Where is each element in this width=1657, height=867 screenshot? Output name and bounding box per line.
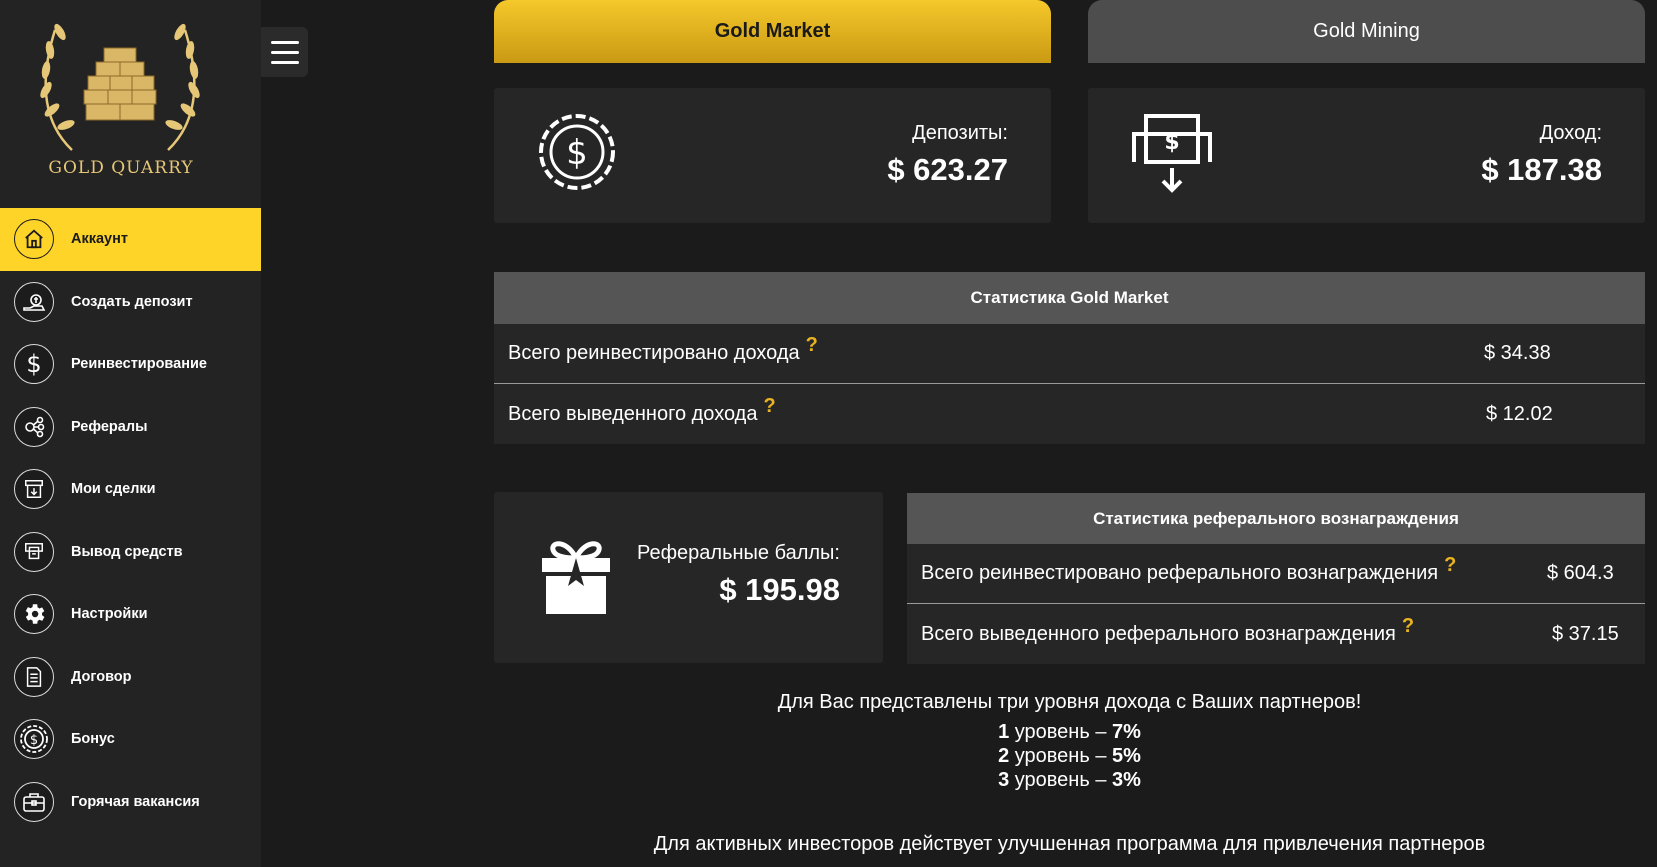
menu-toggle-button[interactable] <box>261 27 308 77</box>
sidebar-item-referrals[interactable]: Рефералы <box>0 396 261 459</box>
gold-market-stats-title: Статистика Gold Market <box>494 272 1645 324</box>
row-value: $ 604.3 <box>1547 562 1614 584</box>
sidebar-menu: Аккаунт Создать депозит $ Реинвестирован… <box>0 208 261 833</box>
hamburger-line <box>270 40 299 44</box>
level-line: 1 уровень – 7% <box>494 720 1645 744</box>
partner-program-text: Для активных инвесторов действует улучше… <box>653 833 1486 855</box>
briefcase-icon <box>14 781 54 822</box>
level-percent: 3% <box>1112 769 1141 791</box>
sidebar-item-contract[interactable]: Договор <box>0 646 261 709</box>
svg-text:$: $ <box>1164 130 1179 155</box>
svg-text:$: $ <box>30 733 38 748</box>
help-icon[interactable]: ? <box>806 334 818 356</box>
row-label-text: Всего выведенного дохода <box>508 402 758 425</box>
income-value: $ 187.38 <box>1481 152 1602 187</box>
deposits-label: Депозиты: <box>912 122 1008 144</box>
levels-intro: Для Вас представлены три уровня дохода с… <box>777 691 1362 713</box>
level-line: 3 уровень – 3% <box>494 768 1645 792</box>
coin-dollar-icon: $ <box>539 114 615 190</box>
sidebar-item-label: Бонус <box>71 731 115 748</box>
row-label: Всего реинвестировано реферального возна… <box>907 554 1456 585</box>
sidebar-item-label: Аккаунт <box>71 231 128 248</box>
sidebar-item-create-deposit[interactable]: Создать депозит <box>0 271 261 334</box>
gold-bars-laurel-icon <box>40 23 200 151</box>
coin-icon: $ <box>14 719 54 760</box>
hamburger-line <box>270 60 299 64</box>
download-box-icon <box>14 469 54 510</box>
table-row: Всего выведенного дохода? $ 12.02 <box>494 384 1645 444</box>
sidebar-item-label: Горячая вакансия <box>71 793 200 810</box>
help-icon[interactable]: ? <box>1444 554 1456 576</box>
row-value: $ 12.02 <box>1486 402 1553 425</box>
level-percent: 7% <box>1112 721 1141 743</box>
sidebar-item-label: Мои сделки <box>71 481 156 498</box>
hamburger-line <box>270 50 299 54</box>
referral-points-value: $ 195.98 <box>719 572 840 607</box>
row-label: Всего выведенного дохода? <box>494 395 776 426</box>
money-hand-icon <box>14 281 54 322</box>
referral-points-label: Реферальные баллы: <box>637 542 840 564</box>
brand-name: GOLD QUARRY <box>48 158 194 178</box>
sidebar-item-reinvest[interactable]: $ Реинвестирование <box>0 333 261 396</box>
gold-market-stats-table: Статистика Gold Market Всего реинвестиро… <box>494 272 1645 444</box>
income-label: Доход: <box>1539 122 1602 144</box>
level-number: 2 <box>998 745 1010 767</box>
sidebar-item-label: Реинвестирование <box>71 356 207 373</box>
row-label-text: Всего реинвестировано реферального возна… <box>921 562 1439 584</box>
gear-icon <box>14 594 54 635</box>
deposits-value: $ 623.27 <box>887 152 1008 187</box>
sidebar-item-withdraw[interactable]: Вывод средств <box>0 521 261 584</box>
withdraw-icon <box>14 531 54 572</box>
level-percent: 5% <box>1112 745 1141 767</box>
row-label-text: Всего выведенного реферального вознаграж… <box>921 622 1396 645</box>
sidebar: GOLD QUARRY Аккаунт Создать депозит $ Ре… <box>0 0 261 867</box>
income-card: $ Доход: $ 187.38 <box>1088 88 1645 223</box>
logo[interactable]: GOLD QUARRY <box>0 0 261 208</box>
level-line: 2 уровень – 5% <box>494 744 1645 768</box>
deposits-card: $ Депозиты: $ 623.27 <box>494 88 1051 223</box>
level-text: уровень – <box>1014 745 1107 767</box>
tab-gold-market[interactable]: Gold Market <box>494 0 1051 63</box>
sidebar-item-bonus[interactable]: $ Бонус <box>0 708 261 771</box>
referral-points-card: Реферальные баллы: $ 195.98 <box>494 492 883 663</box>
table-row: Всего реинвестировано реферального возна… <box>907 544 1645 604</box>
level-text: уровень – <box>1014 721 1107 743</box>
help-icon[interactable]: ? <box>763 395 775 417</box>
row-value: $ 34.38 <box>1484 342 1551 364</box>
cash-withdraw-icon: $ <box>1132 114 1212 193</box>
sidebar-item-label: Вывод средств <box>71 543 183 560</box>
sidebar-item-label: Создать депозит <box>71 293 193 310</box>
svg-text:$: $ <box>566 133 588 173</box>
sidebar-item-account[interactable]: Аккаунт <box>0 208 261 271</box>
row-label: Всего реинвестировано дохода? <box>494 334 818 365</box>
document-icon <box>14 656 54 697</box>
sidebar-item-label: Договор <box>71 668 132 685</box>
share-icon <box>14 406 54 447</box>
table-row: Всего реинвестировано дохода? $ 34.38 <box>494 324 1645 384</box>
sidebar-item-label: Настройки <box>71 606 148 623</box>
sidebar-item-my-deals[interactable]: Мои сделки <box>0 458 261 521</box>
level-number: 1 <box>998 721 1010 743</box>
referral-stats-table: Статистика реферального вознаграждения В… <box>907 493 1645 664</box>
level-text: уровень – <box>1014 769 1107 791</box>
gift-icon <box>542 541 610 614</box>
referral-stats-title: Статистика реферального вознаграждения <box>907 493 1645 544</box>
sidebar-item-hot-vacancy[interactable]: Горячая вакансия <box>0 771 261 834</box>
row-label-text: Всего реинвестировано дохода <box>508 342 800 364</box>
row-value: $ 37.15 <box>1552 622 1619 645</box>
dollar-icon: $ <box>14 344 54 385</box>
tab-gold-mining[interactable]: Gold Mining <box>1088 0 1645 63</box>
home-icon <box>14 219 54 260</box>
sidebar-item-label: Рефералы <box>71 418 148 435</box>
table-row: Всего выведенного реферального вознаграж… <box>907 604 1645 664</box>
income-levels: Для Вас представлены три уровня дохода с… <box>494 690 1645 792</box>
help-icon[interactable]: ? <box>1402 615 1414 637</box>
row-label: Всего выведенного реферального вознаграж… <box>907 615 1414 646</box>
sidebar-item-settings[interactable]: Настройки <box>0 583 261 646</box>
level-number: 3 <box>998 769 1010 791</box>
